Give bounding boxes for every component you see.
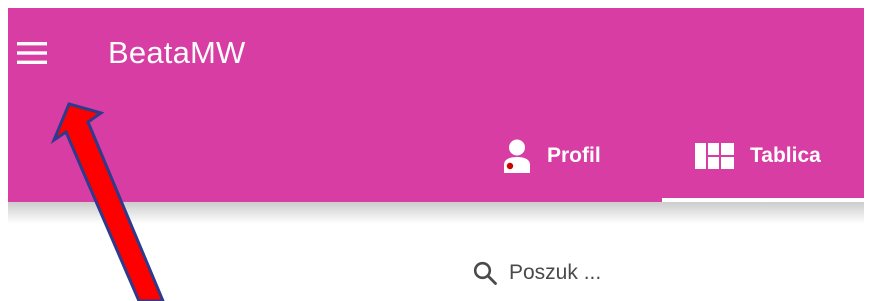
tab-tablica[interactable]: Tablica — [695, 136, 821, 176]
app-title: BeataMW — [108, 35, 246, 70]
search-placeholder[interactable]: Poszuk ... — [509, 261, 601, 285]
menu-button[interactable] — [17, 41, 47, 65]
search-icon[interactable] — [473, 261, 497, 285]
tab-profil-label: Profil — [547, 144, 601, 167]
dashboard-icon — [695, 143, 734, 169]
app-bar-shadow — [8, 202, 864, 224]
hamburger-menu-icon[interactable] — [17, 41, 47, 65]
tab-tablica-label: Tablica — [750, 144, 821, 167]
search-field[interactable]: Poszuk ... — [473, 253, 601, 293]
app-bar: BeataMW Profil Tablica — [8, 8, 864, 202]
person-icon — [503, 139, 531, 173]
tab-profil[interactable]: Profil — [503, 136, 601, 176]
